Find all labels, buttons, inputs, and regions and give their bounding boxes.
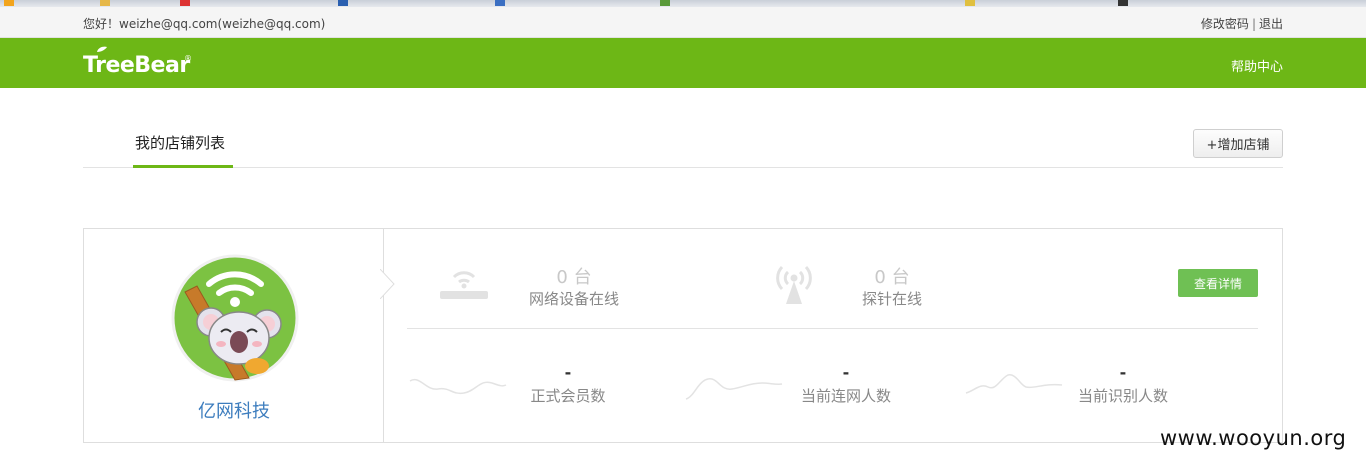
stats-divider (407, 328, 1258, 329)
bookmark-icon (1118, 0, 1128, 6)
account-bar: 您好！weizhe@qq.com(weizhe@qq.com) 修改密码 | 退出 (0, 7, 1366, 38)
connected-users-label: 当前连网人数 (800, 387, 891, 405)
koala-wifi-avatar[interactable] (171, 254, 299, 382)
members-label: 正式会员数 (530, 387, 606, 405)
link-separator: | (1251, 17, 1256, 31)
store-profile: 亿网科技 (84, 229, 384, 442)
registered-mark: ® (184, 54, 192, 63)
add-store-button[interactable]: +增加店铺 (1193, 129, 1283, 158)
site-header: TreeBear ® 帮助中心 (0, 38, 1366, 88)
help-center-link[interactable]: 帮助中心 (1231, 56, 1283, 75)
watermark: www.wooyun.org (1160, 426, 1347, 450)
change-password-link[interactable]: 修改密码 (1201, 17, 1249, 31)
identified-users-stat: - 当前识别人数 (1053, 363, 1193, 406)
bookmark-icon (338, 0, 348, 6)
probe-tower-icon (776, 265, 812, 304)
router-icon (440, 271, 488, 299)
devices-online-count: 0 台 (556, 267, 592, 288)
bookmark-icon (180, 0, 190, 6)
connected-users-count: - (842, 363, 850, 382)
tab-my-stores-label: 我的店铺列表 (135, 134, 226, 152)
bookmark-icon (965, 0, 975, 6)
bookmark-icon (4, 0, 14, 6)
store-card: 亿网科技 0 台 网络设备在线 0 台 探针在线 查看详情 - 正式会员数 - … (83, 228, 1283, 443)
view-details-button[interactable]: 查看详情 (1178, 269, 1258, 297)
logout-link[interactable]: 退出 (1259, 17, 1283, 31)
members-stat: - 正式会员数 (498, 363, 638, 406)
devices-online-label: 网络设备在线 (528, 290, 619, 308)
devices-online-stat: 0 台 网络设备在线 (504, 263, 644, 309)
tab-my-stores[interactable]: 我的店铺列表 (133, 123, 233, 168)
store-name[interactable]: 亿网科技 (84, 397, 384, 423)
probes-online-label: 探针在线 (861, 290, 922, 308)
wave-decoration-icon (409, 378, 507, 395)
bookmark-icon (100, 0, 110, 6)
members-count: - (564, 363, 572, 382)
connected-users-stat: - 当前连网人数 (776, 363, 916, 406)
logo-text: TreeBear (83, 53, 190, 78)
identified-users-label: 当前识别人数 (1077, 387, 1168, 405)
probes-online-count: 0 台 (874, 267, 910, 288)
user-greeting: 您好！weizhe@qq.com(weizhe@qq.com) (83, 17, 326, 31)
wave-decoration-icon (685, 378, 783, 400)
store-tabs: 我的店铺列表 +增加店铺 (83, 123, 1283, 168)
bookmark-icon (495, 0, 505, 6)
wave-decoration-icon (965, 374, 1063, 394)
account-links: 修改密码 | 退出 (1201, 15, 1283, 32)
browser-bookmarks-bar (0, 0, 1366, 7)
leaf-icon (97, 46, 107, 52)
identified-users-count: - (1119, 363, 1127, 382)
store-stats: 0 台 网络设备在线 0 台 探针在线 查看详情 - 正式会员数 - 当前连网人… (384, 229, 1282, 442)
bookmark-icon (660, 0, 670, 6)
probes-online-stat: 0 台 探针在线 (822, 263, 962, 309)
